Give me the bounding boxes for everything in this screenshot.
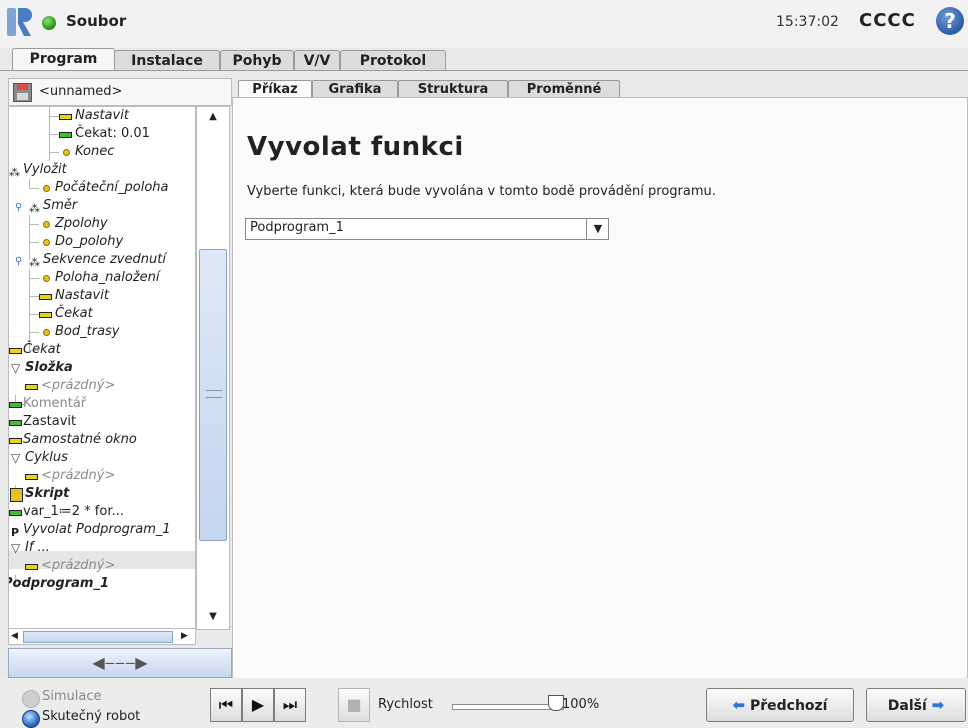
wait-icon (9, 348, 22, 354)
robot-name: CCCC (859, 10, 916, 31)
program-name: <unnamed> (39, 84, 123, 99)
tab-graphics[interactable]: Grafika (312, 80, 398, 98)
title-bar: Soubor 15:37:02 CCCC ? (0, 0, 968, 48)
scrollbar-thumb[interactable] (23, 631, 173, 643)
next-button[interactable]: Další ➡ (866, 688, 966, 722)
step-button[interactable]: ⏭ (274, 688, 306, 722)
tree-horizontal-scrollbar[interactable]: ◀ ▶ (8, 628, 196, 645)
folder-icon: ▽ (11, 361, 21, 375)
wait-icon (59, 132, 72, 138)
function-select[interactable]: Podprogram_1 ▼ (245, 218, 609, 240)
play-button[interactable]: ▶ (242, 688, 274, 722)
rewind-button[interactable]: ⏮ (210, 688, 242, 722)
if-icon: ▽ (11, 541, 21, 555)
program-tree[interactable]: Nastavit Čekat: 0.01 Konec ⁂ Vyložit Počá… (8, 106, 196, 630)
stop-icon: ■ (346, 695, 362, 714)
waypoint-icon (43, 221, 50, 228)
previous-button[interactable]: ⬅ Předchozí (706, 688, 854, 722)
selected-function: Podprogram_1 (250, 220, 344, 235)
double-arrow-icon: ◀‒‒‒▶ (92, 653, 148, 672)
tab-log[interactable]: Protokol (340, 50, 446, 71)
expand-icon[interactable]: ⚲ (15, 199, 22, 217)
waypoint-icon (63, 149, 70, 156)
halt-icon (9, 420, 22, 426)
skip-back-icon: ⏮ (218, 695, 234, 714)
stop-button[interactable]: ■ (338, 688, 370, 722)
tab-structure[interactable]: Struktura (398, 80, 508, 98)
arrow-left-icon: ⬅ (732, 696, 746, 714)
ur-logo-icon (7, 8, 32, 36)
move-icon: ⁂ (29, 202, 40, 215)
grip-icon (206, 390, 222, 398)
description-text: Vyberte funkci, která bude vyvolána v to… (247, 184, 716, 199)
tab-divider (0, 70, 968, 71)
waypoint-icon (43, 239, 50, 246)
assignment-icon (9, 510, 22, 516)
expand-icon[interactable]: ⚲ (15, 253, 22, 271)
scroll-up-icon[interactable]: ▲ (197, 107, 229, 127)
simulation-radio[interactable] (22, 690, 40, 708)
arrow-right-icon: ➡ (931, 696, 945, 714)
clock: 15:37:02 (776, 14, 839, 30)
collapse-tree-button[interactable]: ◀‒‒‒▶ (8, 648, 232, 678)
tree-vertical-scrollbar[interactable]: ▲ ▼ (196, 106, 230, 630)
program-header: <unnamed> (8, 78, 232, 106)
scroll-down-icon[interactable]: ▼ (197, 607, 229, 627)
previous-label: Předchozí (749, 698, 828, 714)
loop-icon: ▽ (11, 451, 21, 465)
waypoint-icon (43, 185, 50, 192)
file-menu[interactable]: Soubor (66, 12, 126, 30)
empty-icon (25, 474, 38, 480)
real-robot-label: Skutečný robot (42, 709, 141, 724)
tab-move[interactable]: Pohyb (220, 50, 294, 71)
waypoint-icon (43, 275, 50, 282)
scrollbar-thumb[interactable] (199, 249, 227, 541)
help-icon[interactable]: ? (936, 7, 964, 35)
speed-value: 100% (562, 697, 600, 712)
move-icon: ⁂ (29, 256, 40, 269)
tab-io[interactable]: V/V (294, 50, 340, 71)
set-icon (39, 294, 52, 300)
robot-status-icon (42, 16, 56, 30)
command-panel: Vyvolat funkci Vyberte funkci, která bud… (232, 97, 968, 679)
move-icon: ⁂ (9, 166, 20, 179)
set-icon (59, 114, 72, 120)
save-icon[interactable] (13, 83, 32, 102)
chevron-down-icon[interactable]: ▼ (586, 219, 609, 239)
script-icon (10, 488, 23, 502)
tab-variables[interactable]: Proměnné (508, 80, 620, 98)
page-title: Vyvolat funkci (247, 132, 464, 162)
simulation-label: Simulace (42, 689, 102, 704)
play-icon: ▶ (251, 695, 265, 714)
scroll-left-icon[interactable]: ◀ (11, 629, 18, 644)
skip-forward-icon: ⏭ (282, 695, 298, 714)
speed-label: Rychlost (378, 697, 433, 712)
real-robot-radio[interactable] (22, 710, 40, 728)
next-label: Další (887, 698, 927, 714)
tab-program[interactable]: Program (12, 48, 115, 71)
popup-icon (9, 438, 22, 444)
wait-icon (39, 312, 52, 318)
empty-icon (25, 564, 38, 570)
scroll-right-icon[interactable]: ▶ (181, 629, 188, 644)
comment-icon (9, 402, 22, 408)
tab-installation[interactable]: Instalace (114, 50, 220, 71)
empty-icon (25, 384, 38, 390)
waypoint-icon (43, 329, 50, 336)
tab-command[interactable]: Příkaz (238, 80, 312, 98)
